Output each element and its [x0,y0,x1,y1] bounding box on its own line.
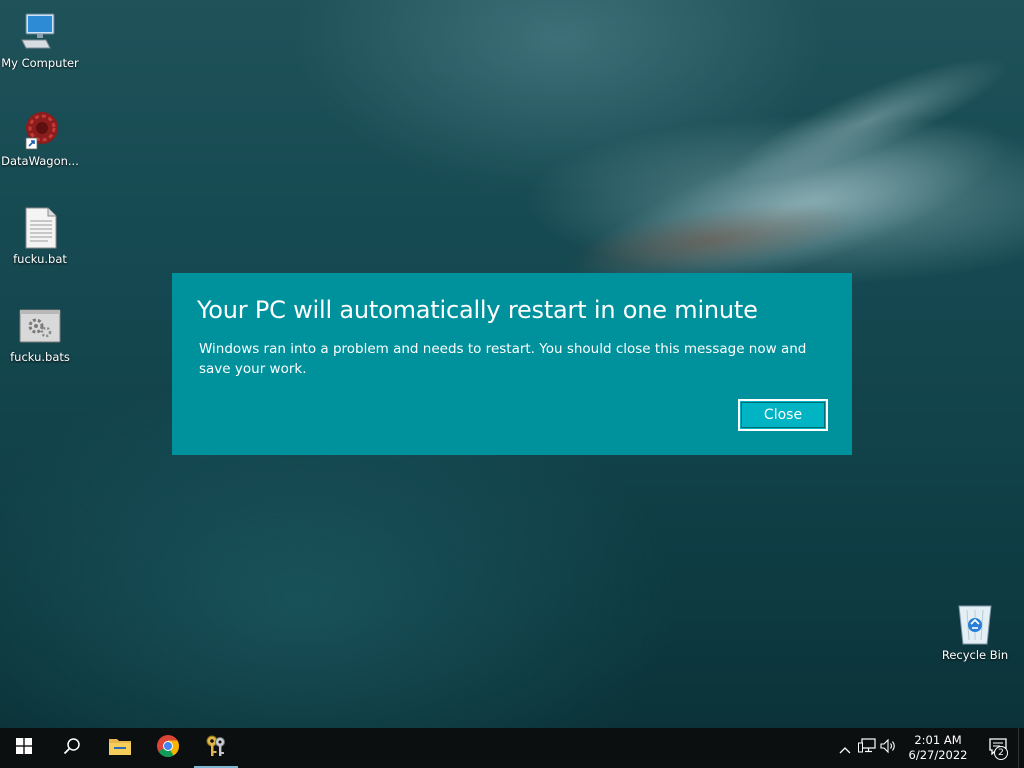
desktop-icon-fucku-bat[interactable]: fucku.bat [0,206,80,266]
network-button[interactable] [856,728,878,768]
dialog-message: Windows ran into a problem and needs to … [199,341,807,377]
show-hidden-icons-button[interactable] [834,728,856,768]
text-file-icon [18,206,62,250]
dialog-title: Your PC will automatically restart in on… [197,296,758,324]
desktop-icon-label: Recycle Bin [941,648,1009,662]
system-tray: 2:01 AM 6/27/2022 2 [834,728,1024,768]
clock[interactable]: 2:01 AM 6/27/2022 [906,728,970,768]
volume-icon [880,738,898,758]
action-center-button[interactable]: 2 [978,728,1018,768]
keys-icon [204,734,228,762]
notification-count-badge: 2 [994,746,1008,760]
close-button[interactable]: Close [738,399,828,431]
search-icon [63,737,81,759]
computer-icon [18,10,62,54]
desktop-icon-label: My Computer [1,56,79,70]
clock-date: 6/27/2022 [908,748,968,762]
desktop-icon-datawagon[interactable]: DataWagon... [0,108,80,168]
desktop-icon-fucku-bats[interactable]: fucku.bats [0,304,80,364]
taskbar-keys-app[interactable] [192,728,240,768]
taskbar: 2:01 AM 6/27/2022 2 [0,728,1024,768]
taskbar-file-explorer[interactable] [96,728,144,768]
recycle-bin-icon [953,602,997,646]
show-desktop-button[interactable] [1018,728,1024,768]
clock-time: 2:01 AM [914,733,962,747]
datawagon-shortcut-icon [18,108,62,152]
desktop-icon-label: fucku.bat [13,252,67,266]
restart-dialog: Your PC will automatically restart in on… [172,273,852,455]
desktop-icon-label: fucku.bats [10,350,70,364]
desktop-icon-my-computer[interactable]: My Computer [0,10,80,70]
settings-file-icon [18,304,62,348]
search-button[interactable] [48,728,96,768]
folder-icon [108,736,132,760]
chrome-icon [156,734,180,762]
taskbar-chrome[interactable] [144,728,192,768]
desktop-icon-recycle-bin[interactable]: Recycle Bin [935,602,1015,662]
chevron-up-icon [839,739,851,758]
network-icon [858,738,876,758]
desktop-icon-label: DataWagon... [1,154,79,168]
volume-button[interactable] [878,728,900,768]
start-button[interactable] [0,728,48,768]
windows-logo-icon [16,738,32,758]
wallpaper-highlight [719,35,1021,205]
